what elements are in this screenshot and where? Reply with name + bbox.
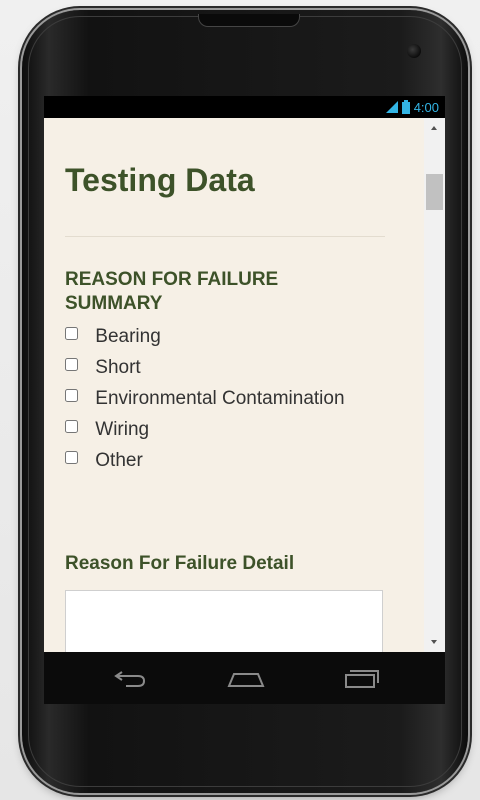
scroll-up-icon[interactable] [431,126,437,130]
back-icon [114,671,146,687]
page-scrollbar[interactable] [424,118,445,652]
recent-apps-icon [345,670,379,688]
device-frame-background: 4:00 Testing Data REASON FOR FAILURE SUM… [0,0,480,800]
failure-detail-label: Reason For Failure Detail [65,553,295,574]
status-indicators: 4:00 [385,99,439,115]
back-button[interactable] [108,664,152,692]
option-label: Environmental Contamination [95,388,345,409]
option-short[interactable]: Short [65,356,385,380]
phone-screen: 4:00 Testing Data REASON FOR FAILURE SUM… [44,96,445,652]
status-time: 4:00 [413,99,439,115]
front-camera [407,44,421,58]
title-divider [65,236,385,237]
battery-icon [401,100,410,114]
option-other[interactable]: Other [65,449,385,473]
option-label: Bearing [95,326,161,347]
scroll-down-icon[interactable] [431,640,437,644]
other-checkbox[interactable] [65,451,78,464]
environmental-contamination-checkbox[interactable] [65,389,78,402]
scroll-thumb[interactable] [426,174,443,210]
page-title: Testing Data [65,162,255,198]
home-icon [227,673,265,687]
option-bearing[interactable]: Bearing [65,325,385,349]
failure-summary-options: Bearing Short Environmental Contaminatio… [65,325,385,480]
option-label: Other [95,450,143,471]
failure-summary-heading: REASON FOR FAILURE SUMMARY [65,269,279,314]
option-wiring[interactable]: Wiring [65,418,385,442]
bearing-checkbox[interactable] [65,327,78,340]
home-button[interactable] [224,664,268,692]
page-content[interactable]: Testing Data REASON FOR FAILURE SUMMARY … [44,118,424,652]
wiring-checkbox[interactable] [65,420,78,433]
failure-detail-textarea[interactable] [65,590,383,652]
option-label: Short [95,357,141,378]
signal-icon [385,101,398,113]
earpiece-speaker [198,14,300,27]
recent-apps-button[interactable] [340,664,384,692]
option-environmental-contamination[interactable]: Environmental Contamination [65,387,385,411]
status-bar: 4:00 [44,96,445,118]
option-label: Wiring [95,419,150,440]
short-checkbox[interactable] [65,358,78,371]
navigation-bar [44,652,445,704]
